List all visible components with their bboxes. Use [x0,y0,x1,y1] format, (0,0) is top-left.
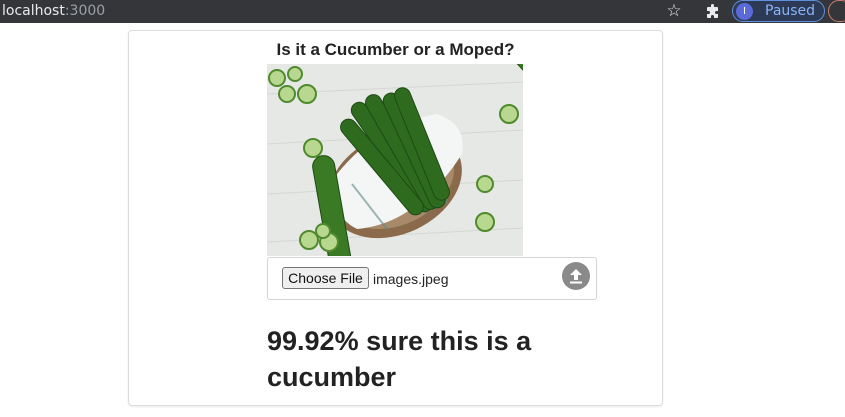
profile-status: Paused [765,3,816,19]
selected-file-name: images.jpeg [373,271,449,287]
choose-file-button[interactable]: Choose File [282,267,369,289]
upload-icon[interactable] [562,262,590,290]
prediction-result: 99.92% sure this is a cucumber [267,326,532,392]
address-bar[interactable]: localhost:3000 [2,1,105,21]
profile-button[interactable]: I Paused [732,0,825,22]
page-title: Is it a Cucumber or a Moped? [276,40,515,59]
browser-toolbar: localhost:3000 ☆ I Paused [0,0,845,23]
url-host: localhost [2,3,65,19]
avatar: I [736,3,753,20]
cucumber-photo [267,64,523,256]
puzzle-icon[interactable] [703,0,723,23]
url-port: :3000 [64,3,106,19]
star-icon[interactable]: ☆ [664,0,684,23]
browser-menu-button[interactable] [828,0,845,22]
